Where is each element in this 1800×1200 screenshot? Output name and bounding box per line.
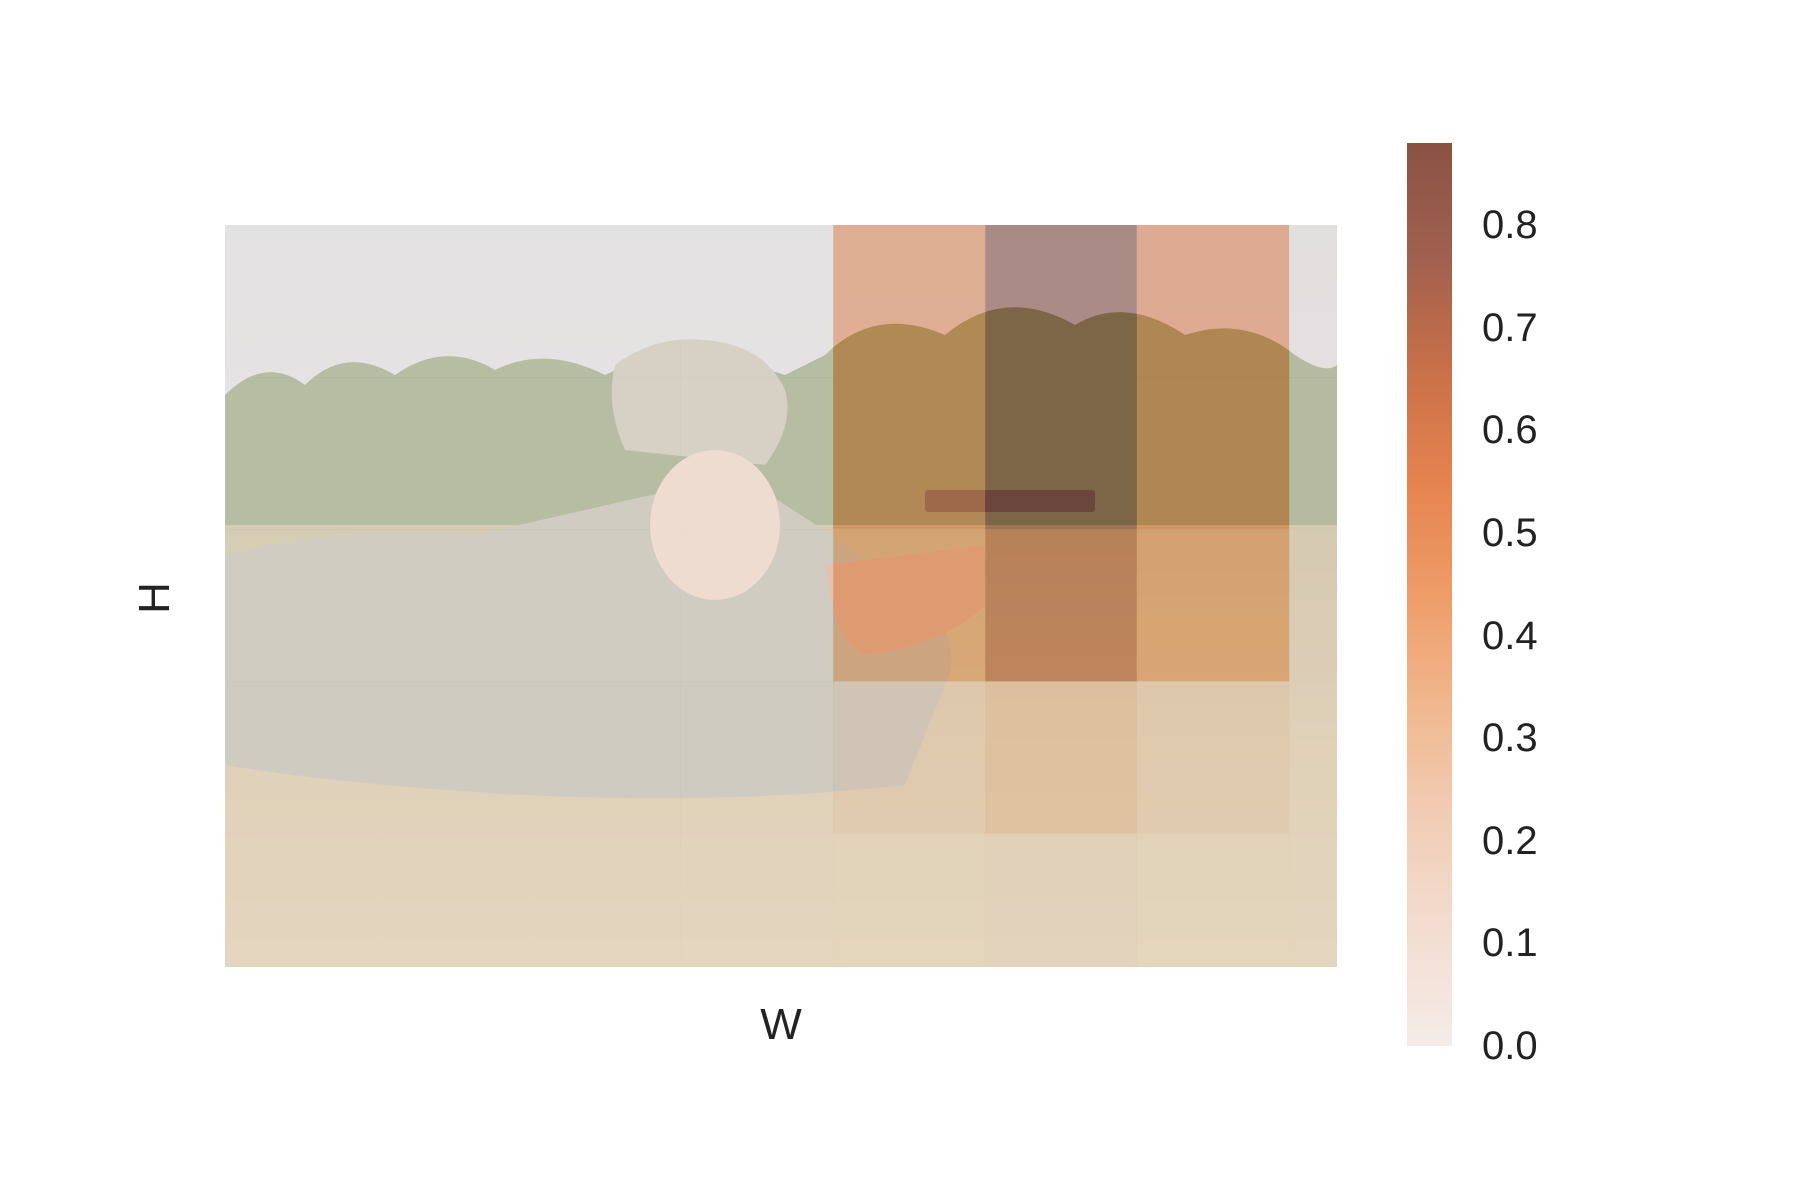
heatmap-overlay-svg — [225, 225, 1337, 967]
heatmap-cell — [377, 225, 530, 378]
colorbar-tick-label: 0.1 — [1482, 921, 1538, 966]
heatmap-cells — [225, 225, 1337, 967]
figure: 0.0 0.1 0.2 0.3 0.4 0.5 0.6 0.7 0.8 W H — [0, 0, 1800, 1200]
heatmap-cell — [1136, 833, 1290, 967]
heatmap-cell — [833, 377, 986, 530]
heatmap-cell — [985, 681, 1137, 834]
colorbar-tick-label: 0.8 — [1482, 203, 1538, 248]
colorbar-tick-label: 0.4 — [1482, 613, 1538, 658]
heatmap-cell — [377, 833, 530, 967]
heatmap-cell — [985, 833, 1137, 967]
heatmap-cell — [377, 681, 530, 834]
heatmap-cell — [1136, 681, 1290, 834]
heatmap-cell — [529, 681, 681, 834]
heatmap-cell — [1289, 529, 1337, 682]
y-axis-label: H — [130, 582, 179, 614]
heatmap-cell — [833, 529, 986, 682]
heatmap-cell — [985, 529, 1137, 682]
heatmap-cell — [1289, 225, 1337, 378]
heatmap-cell — [529, 529, 681, 682]
colorbar-tick-label: 0.6 — [1482, 408, 1538, 453]
colorbar-tick-label: 0.7 — [1482, 305, 1538, 350]
heatmap-cell — [377, 377, 530, 530]
heatmap-cell — [1289, 833, 1337, 967]
heatmap-cell — [1289, 681, 1337, 834]
heatmap-cell — [680, 225, 834, 378]
heatmap-cell — [225, 225, 378, 378]
heatmap-cell — [1136, 225, 1290, 378]
heatmap-cell — [833, 833, 986, 967]
heatmap-cell — [1136, 529, 1290, 682]
heatmap-cell — [985, 225, 1137, 378]
heatmap-cell — [529, 377, 681, 530]
heatmap-cell — [529, 225, 681, 378]
heatmap-cell — [225, 529, 378, 682]
heatmap-cell — [833, 681, 986, 834]
colorbar — [1407, 143, 1452, 1046]
heatmap-cell — [680, 529, 834, 682]
x-axis-label: W — [760, 1000, 802, 1049]
colorbar-tick-label: 0.2 — [1482, 818, 1538, 863]
colorbar-tick-label: 0.5 — [1482, 510, 1538, 555]
heatmap-cell — [377, 529, 530, 682]
heatmap-cell — [1289, 377, 1337, 530]
heatmap-image-area — [225, 225, 1337, 967]
heatmap-cell — [985, 377, 1137, 530]
colorbar-tick-label: 0.3 — [1482, 716, 1538, 761]
heatmap-cell — [680, 377, 834, 530]
heatmap-cell — [225, 377, 378, 530]
heatmap-cell — [680, 833, 834, 967]
heatmap-cell — [1136, 377, 1290, 530]
heatmap-cell — [225, 681, 378, 834]
heatmap-cell — [833, 225, 986, 378]
heatmap-cell — [529, 833, 681, 967]
heatmap-cell — [225, 833, 378, 967]
colorbar-gradient — [1407, 143, 1452, 1046]
heatmap-cell — [680, 681, 834, 834]
